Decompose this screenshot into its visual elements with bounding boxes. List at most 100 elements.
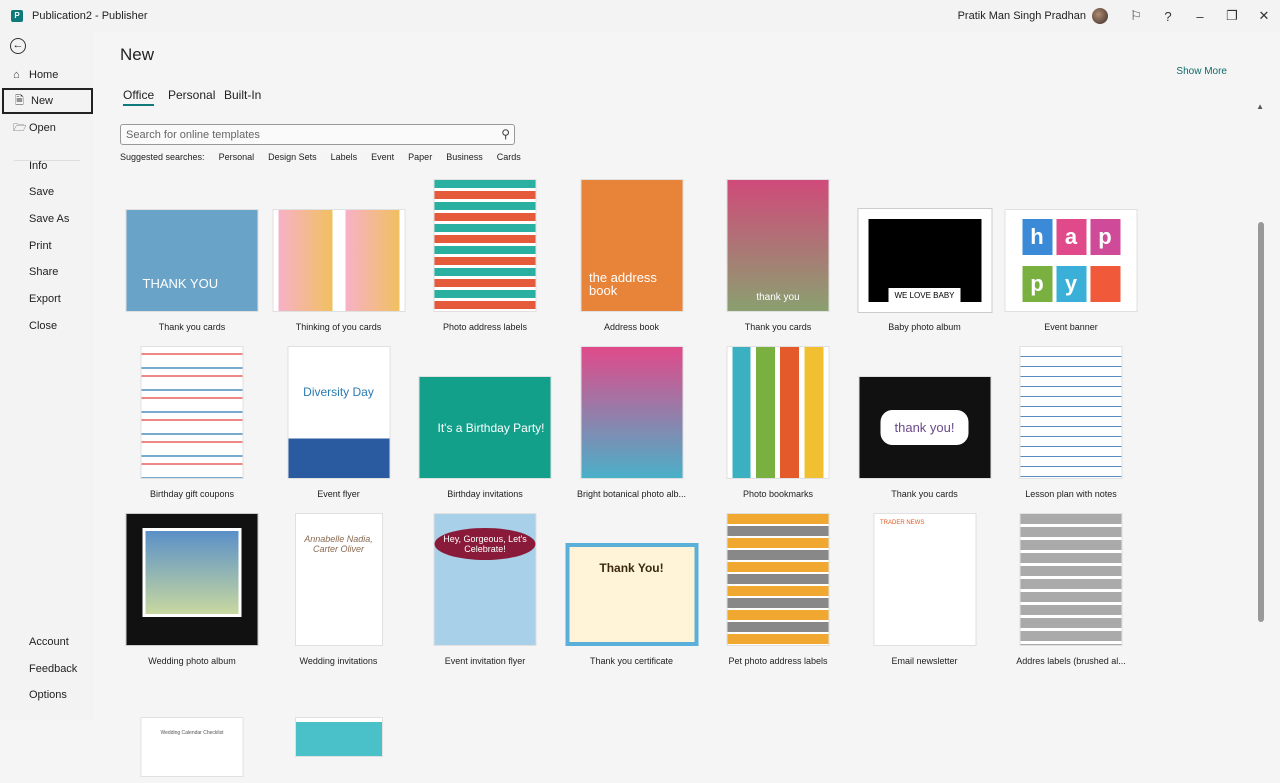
- sidebar-item-export[interactable]: Export: [0, 286, 93, 312]
- sidebar-item-new[interactable]: 🗎 New: [2, 88, 93, 114]
- backstage-sidebar: ← ⌂ Home 🗎 New 🗁 Open Info Save Save As Pri…: [0, 32, 93, 720]
- suggested-cards[interactable]: Cards: [497, 152, 521, 162]
- suggested-personal[interactable]: Personal: [219, 152, 255, 162]
- template-card[interactable]: h a p p y Event banner: [998, 182, 1144, 332]
- sidebar-item-feedback[interactable]: Feedback: [0, 656, 93, 682]
- template-thumbnail[interactable]: thank you!: [858, 376, 991, 479]
- sidebar-item-home[interactable]: ⌂ Home: [0, 62, 93, 88]
- sidebar-item-save[interactable]: Save: [0, 179, 93, 205]
- template-thumbnail[interactable]: [272, 209, 405, 312]
- folder-icon: 🗁: [13, 121, 27, 134]
- template-thumbnail[interactable]: [580, 346, 683, 479]
- template-card[interactable]: It's a Birthday Party! Birthday invitatio…: [412, 349, 558, 499]
- template-card[interactable]: TRADER NEWS Email newsletter: [852, 513, 998, 666]
- sidebar-item-share[interactable]: Share: [0, 259, 93, 285]
- template-thumbnail[interactable]: [1019, 346, 1123, 479]
- template-label: Wedding photo album: [148, 656, 236, 666]
- sidebar-item-label: Print: [29, 240, 52, 252]
- template-thumbnail[interactable]: [726, 346, 830, 479]
- minimize-button[interactable]: –: [1184, 9, 1216, 24]
- avatar[interactable]: [1092, 8, 1108, 24]
- thumbnail-text: Annabelle Nadia, Carter Oliver: [304, 534, 373, 554]
- sidebar-item-label: Open: [29, 122, 56, 134]
- template-thumbnail[interactable]: THANK YOU: [125, 209, 259, 312]
- tab-personal[interactable]: Personal: [168, 88, 215, 102]
- suggested-paper[interactable]: Paper: [408, 152, 432, 162]
- sidebar-item-label: Feedback: [29, 663, 78, 675]
- template-thumbnail[interactable]: Wedding Calendar Checklist: [140, 717, 244, 777]
- sidebar-item-account[interactable]: Account: [0, 629, 93, 655]
- template-card[interactable]: Pet photo address labels: [705, 513, 851, 666]
- template-thumbnail[interactable]: [294, 717, 383, 757]
- template-card[interactable]: Wedding Calendar Checklist: [119, 683, 265, 783]
- sidebar-item-options[interactable]: Options: [0, 682, 93, 708]
- template-card[interactable]: thank you Thank you cards: [705, 179, 851, 332]
- thumbnail-text: Hey, Gorgeous, Let's Celebrate!: [434, 528, 536, 560]
- template-card[interactable]: Bright botanical photo alb...: [559, 346, 705, 499]
- template-card[interactable]: Addres labels (brushed al...: [998, 513, 1144, 666]
- thumbnail-text: TRADER NEWS: [880, 520, 925, 526]
- thumbnail-tile: [1090, 265, 1120, 302]
- close-button[interactable]: ✕: [1248, 8, 1280, 24]
- template-card[interactable]: THANK YOU Thank you cards: [119, 182, 265, 332]
- sidebar-item-save-as[interactable]: Save As: [0, 206, 93, 232]
- scrollbar-thumb[interactable]: [1258, 222, 1264, 622]
- restore-button[interactable]: ❐: [1216, 8, 1248, 24]
- tab-built-in[interactable]: Built-In: [224, 88, 261, 102]
- template-card[interactable]: Wedding photo album: [119, 513, 265, 666]
- scrollbar[interactable]: ▲: [1254, 102, 1267, 752]
- thumbnail-text: thank you: [756, 292, 800, 303]
- sidebar-item-close[interactable]: Close: [0, 313, 93, 339]
- template-card[interactable]: [266, 683, 412, 783]
- template-card[interactable]: Thinking of you cards: [266, 182, 412, 332]
- thumbnail-letter: h: [1022, 219, 1052, 256]
- template-card[interactable]: Photo address labels: [412, 179, 558, 332]
- sidebar-item-info[interactable]: Info: [0, 153, 93, 179]
- main-panel: New Show More Office Personal Built-In S…: [93, 32, 1267, 777]
- template-thumbnail[interactable]: Hey, Gorgeous, Let's Celebrate!: [433, 513, 537, 646]
- template-label: Lesson plan with notes: [1025, 489, 1117, 499]
- template-card[interactable]: Lesson plan with notes: [998, 346, 1144, 499]
- template-thumbnail[interactable]: hap py: [1004, 209, 1138, 312]
- template-card[interactable]: thank you! Thank you cards: [852, 349, 998, 499]
- template-card[interactable]: WE LOVE BABY Baby photo album: [852, 182, 998, 332]
- sidebar-item-print[interactable]: Print: [0, 233, 93, 259]
- template-thumbnail[interactable]: the address book: [580, 179, 683, 312]
- scroll-up-icon[interactable]: ▲: [1256, 102, 1264, 111]
- template-card[interactable]: Photo bookmarks: [705, 346, 851, 499]
- sidebar-item-open[interactable]: 🗁 Open: [0, 115, 93, 141]
- back-arrow-icon[interactable]: ←: [10, 38, 26, 54]
- template-thumbnail[interactable]: [140, 346, 244, 479]
- suggested-business[interactable]: Business: [446, 152, 483, 162]
- template-thumbnail[interactable]: WE LOVE BABY: [857, 208, 992, 313]
- feedback-icon[interactable]: ⚐: [1120, 8, 1152, 24]
- help-icon[interactable]: ?: [1152, 9, 1184, 24]
- template-thumbnail[interactable]: Thank You!: [565, 543, 698, 646]
- template-thumbnail[interactable]: [1019, 513, 1123, 646]
- template-card[interactable]: the address book Address book: [559, 179, 705, 332]
- show-more-link[interactable]: Show More: [1176, 66, 1227, 77]
- sidebar-item-label: New: [31, 95, 54, 107]
- template-thumbnail[interactable]: [433, 179, 537, 312]
- template-thumbnail[interactable]: [726, 513, 830, 646]
- template-card[interactable]: Birthday gift coupons: [119, 346, 265, 499]
- template-card[interactable]: Thank You! Thank you certificate: [559, 516, 705, 666]
- template-thumbnail[interactable]: TRADER NEWS: [873, 513, 976, 646]
- template-thumbnail[interactable]: [125, 513, 259, 646]
- tab-office[interactable]: Office: [123, 88, 155, 106]
- suggested-event[interactable]: Event: [371, 152, 394, 162]
- template-card[interactable]: Hey, Gorgeous, Let's Celebrate! Event inv…: [412, 513, 558, 666]
- template-thumbnail[interactable]: Diversity Day: [287, 346, 390, 479]
- suggested-design-sets[interactable]: Design Sets: [268, 152, 317, 162]
- sidebar-item-label: Export: [29, 293, 61, 305]
- template-thumbnail[interactable]: It's a Birthday Party!: [418, 376, 552, 479]
- template-thumbnail[interactable]: thank you: [726, 179, 830, 312]
- template-card[interactable]: Diversity Day Event flyer: [266, 346, 412, 499]
- suggested-labels[interactable]: Labels: [331, 152, 358, 162]
- template-thumbnail[interactable]: Annabelle Nadia, Carter Oliver: [294, 513, 383, 646]
- template-card[interactable]: Annabelle Nadia, Carter Oliver Wedding in…: [266, 513, 412, 666]
- search-icon[interactable]: ⚲: [501, 127, 510, 141]
- search-input[interactable]: Search for online templates ⚲: [120, 124, 515, 145]
- user-name[interactable]: Pratik Man Singh Pradhan: [958, 10, 1086, 22]
- thumbnail-letter: p: [1090, 219, 1120, 256]
